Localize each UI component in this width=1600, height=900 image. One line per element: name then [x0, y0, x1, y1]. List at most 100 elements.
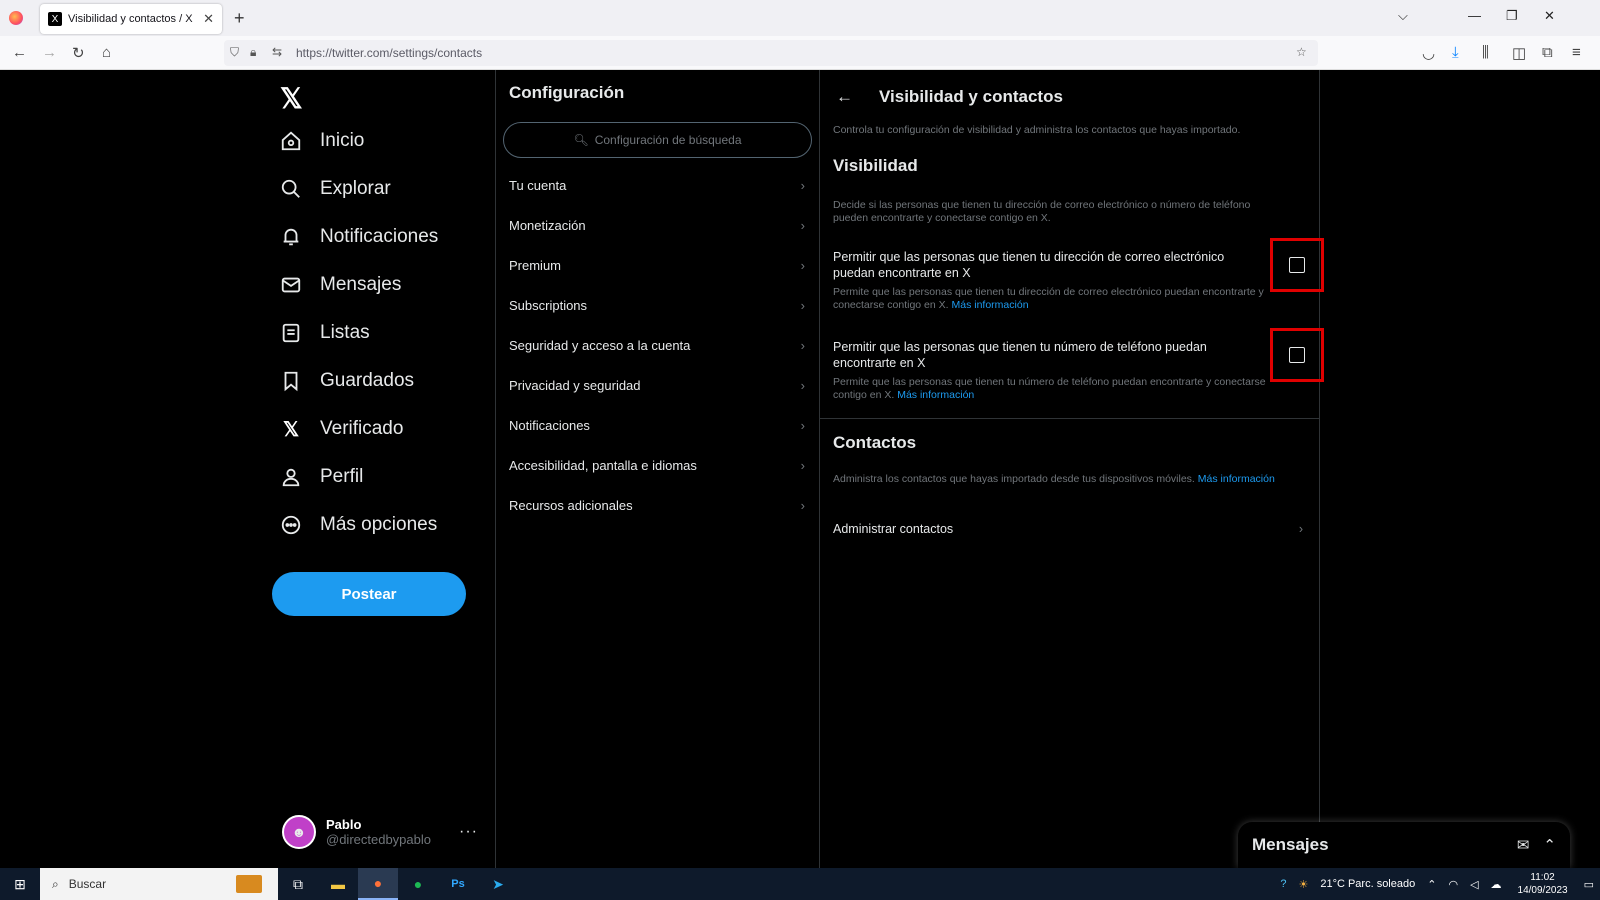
settings-item-notifications[interactable]: Notificaciones ›: [509, 415, 805, 435]
forward-icon[interactable]: →: [42, 44, 57, 61]
spotify-icon[interactable]: ●: [398, 868, 438, 900]
manage-contacts-label: Administrar contactos: [833, 522, 954, 536]
minimize-icon[interactable]: —: [1468, 8, 1481, 23]
nav-item-profile[interactable]: Perfil: [280, 466, 363, 488]
nav-label: Explorar: [320, 178, 391, 199]
expand-up-icon[interactable]: ⌃: [1543, 836, 1556, 854]
chevron-up-icon[interactable]: ⌃: [1427, 878, 1436, 891]
profile-name: Pablo: [326, 817, 362, 832]
x-verified-icon: 𝕏: [282, 418, 300, 441]
sidebar-icon[interactable]: ◫: [1512, 44, 1526, 62]
chevron-right-icon: ›: [800, 297, 805, 313]
more-dots-icon[interactable]: ···: [459, 823, 478, 841]
clock[interactable]: 11:02 14/09/2023: [1518, 871, 1568, 897]
back-icon[interactable]: ←: [12, 44, 27, 61]
settings-item-privacy[interactable]: Privacidad y seguridad ›: [509, 375, 805, 395]
nav-item-explore[interactable]: Explorar: [280, 178, 391, 200]
search-icon: [280, 178, 302, 200]
contacts-desc-text: Administra los contactos que hayas impor…: [833, 473, 1195, 485]
task-view-icon[interactable]: ⧉: [278, 868, 318, 900]
back-arrow-icon[interactable]: ←: [836, 87, 853, 107]
notification-center-icon[interactable]: ▭: [1584, 878, 1594, 891]
url-bar[interactable]: ⛉ 🔒︎ ⇆ https://twitter.com/settings/cont…: [224, 40, 1318, 66]
new-tab-button[interactable]: +: [234, 8, 245, 29]
settings-item-security[interactable]: Seguridad y acceso a la cuenta ›: [509, 335, 805, 355]
new-message-icon[interactable]: ✉: [1517, 836, 1530, 854]
nav-label: Inicio: [320, 130, 365, 151]
settings-item-premium[interactable]: Premium ›: [509, 255, 805, 275]
tab-list-chevron-icon[interactable]: ⌵: [1398, 8, 1408, 24]
shield-icon[interactable]: ⛉: [230, 45, 239, 60]
cloud-icon[interactable]: ☁: [1491, 878, 1502, 891]
settings-item-subscriptions[interactable]: Subscriptions ›: [509, 295, 805, 315]
nav-item-lists[interactable]: Listas: [280, 322, 370, 344]
nav-item-more[interactable]: Más opciones: [280, 514, 437, 536]
telegram-icon[interactable]: ➤: [478, 868, 518, 900]
search-icon: ⌕: [52, 876, 59, 891]
contacts-more-info-link[interactable]: Más información: [1198, 473, 1275, 485]
nav-item-messages[interactable]: Mensajes: [280, 274, 401, 296]
nav-item-home[interactable]: Inicio: [280, 130, 364, 152]
bookmark-star-icon[interactable]: ☆: [1296, 45, 1307, 59]
settings-search-input[interactable]: 🔍︎ Configuración de búsqueda: [503, 122, 812, 158]
email-option-title[interactable]: Permitir que las personas que tienen tu …: [833, 249, 1253, 281]
weather-text[interactable]: 21°C Parc. soleado: [1320, 878, 1415, 890]
tab-title: Visibilidad y contactos / X: [68, 13, 193, 25]
taskbar-search-input[interactable]: ⌕ Buscar: [40, 868, 278, 900]
settings-item-resources[interactable]: Recursos adicionales ›: [509, 495, 805, 515]
firefox-taskbar-icon[interactable]: ●: [358, 868, 398, 900]
bell-icon: [280, 226, 302, 248]
browser-tab[interactable]: X Visibilidad y contactos / X ✕: [40, 4, 222, 34]
settings-item-label: Recursos adicionales: [509, 497, 633, 513]
x-favicon-icon: X: [48, 12, 62, 26]
contacts-description: Administra los contactos que hayas impor…: [833, 473, 1283, 486]
phone-more-info-link[interactable]: Más información: [897, 389, 974, 401]
account-switcher[interactable]: ☻ Pablo @directedbypablo ···: [282, 812, 478, 852]
help-icon[interactable]: ?: [1280, 878, 1286, 890]
url-text[interactable]: https://twitter.com/settings/contacts: [296, 46, 482, 60]
window-close-icon[interactable]: ✕: [1544, 8, 1555, 24]
post-button[interactable]: Postear: [272, 572, 466, 616]
permissions-icon[interactable]: ⇆: [272, 45, 282, 59]
windows-start-icon[interactable]: ⊞: [0, 868, 40, 900]
email-more-info-link[interactable]: Más información: [952, 299, 1029, 311]
tab-close-icon[interactable]: ✕: [203, 11, 214, 27]
lock-icon[interactable]: 🔒︎: [250, 45, 256, 60]
pocket-icon[interactable]: ◡: [1422, 44, 1435, 62]
nav-item-notifications[interactable]: Notificaciones: [280, 226, 438, 248]
person-icon: [280, 466, 302, 488]
manage-contacts-row[interactable]: Administrar contactos ›: [833, 522, 1303, 536]
messages-drawer[interactable]: Mensajes ✉ ⌃: [1238, 822, 1570, 868]
firefox-icon[interactable]: [9, 11, 23, 25]
briefcase-icon[interactable]: [236, 875, 262, 893]
menu-icon[interactable]: ≡: [1572, 44, 1581, 61]
file-explorer-icon[interactable]: ▬: [318, 868, 358, 900]
nav-label: Guardados: [320, 370, 415, 391]
nav-label: Verificado: [320, 418, 404, 439]
settings-item-label: Monetización: [509, 217, 586, 233]
weather-icon[interactable]: ☀: [1298, 878, 1308, 891]
settings-item-monetization[interactable]: Monetización ›: [509, 215, 805, 235]
chevron-right-icon: ›: [800, 217, 805, 233]
photoshop-icon[interactable]: Ps: [438, 868, 478, 900]
network-icon[interactable]: ◠: [1448, 878, 1458, 891]
home-icon[interactable]: ⌂: [102, 44, 111, 61]
restore-icon[interactable]: ❐: [1506, 8, 1518, 24]
chevron-right-icon: ›: [1298, 522, 1303, 536]
volume-icon[interactable]: ◁: [1470, 878, 1478, 891]
library-icon[interactable]: ⫼: [1482, 44, 1489, 61]
primary-navigation: 𝕏 Inicio Explorar Notificaciones Mensaje…: [270, 70, 495, 868]
visibility-heading: Visibilidad: [833, 156, 918, 175]
settings-item-account[interactable]: Tu cuenta ›: [509, 175, 805, 195]
nav-item-verified[interactable]: 𝕏 Verificado: [280, 418, 404, 441]
system-tray: ? ☀ 21°C Parc. soleado ⌃ ◠ ◁ ☁ 11:02 14/…: [1274, 868, 1600, 900]
chevron-right-icon: ›: [800, 177, 805, 193]
extensions-icon[interactable]: ⧉: [1542, 44, 1553, 61]
nav-label: Más opciones: [320, 514, 438, 535]
phone-option-title[interactable]: Permitir que las personas que tienen tu …: [833, 339, 1253, 371]
settings-item-accessibility[interactable]: Accesibilidad, pantalla e idiomas ›: [509, 455, 805, 475]
reload-icon[interactable]: ↻: [72, 44, 85, 62]
download-icon[interactable]: ⤓: [1452, 44, 1459, 61]
x-logo-icon[interactable]: 𝕏: [280, 82, 303, 115]
nav-item-bookmarks[interactable]: Guardados: [280, 370, 414, 392]
